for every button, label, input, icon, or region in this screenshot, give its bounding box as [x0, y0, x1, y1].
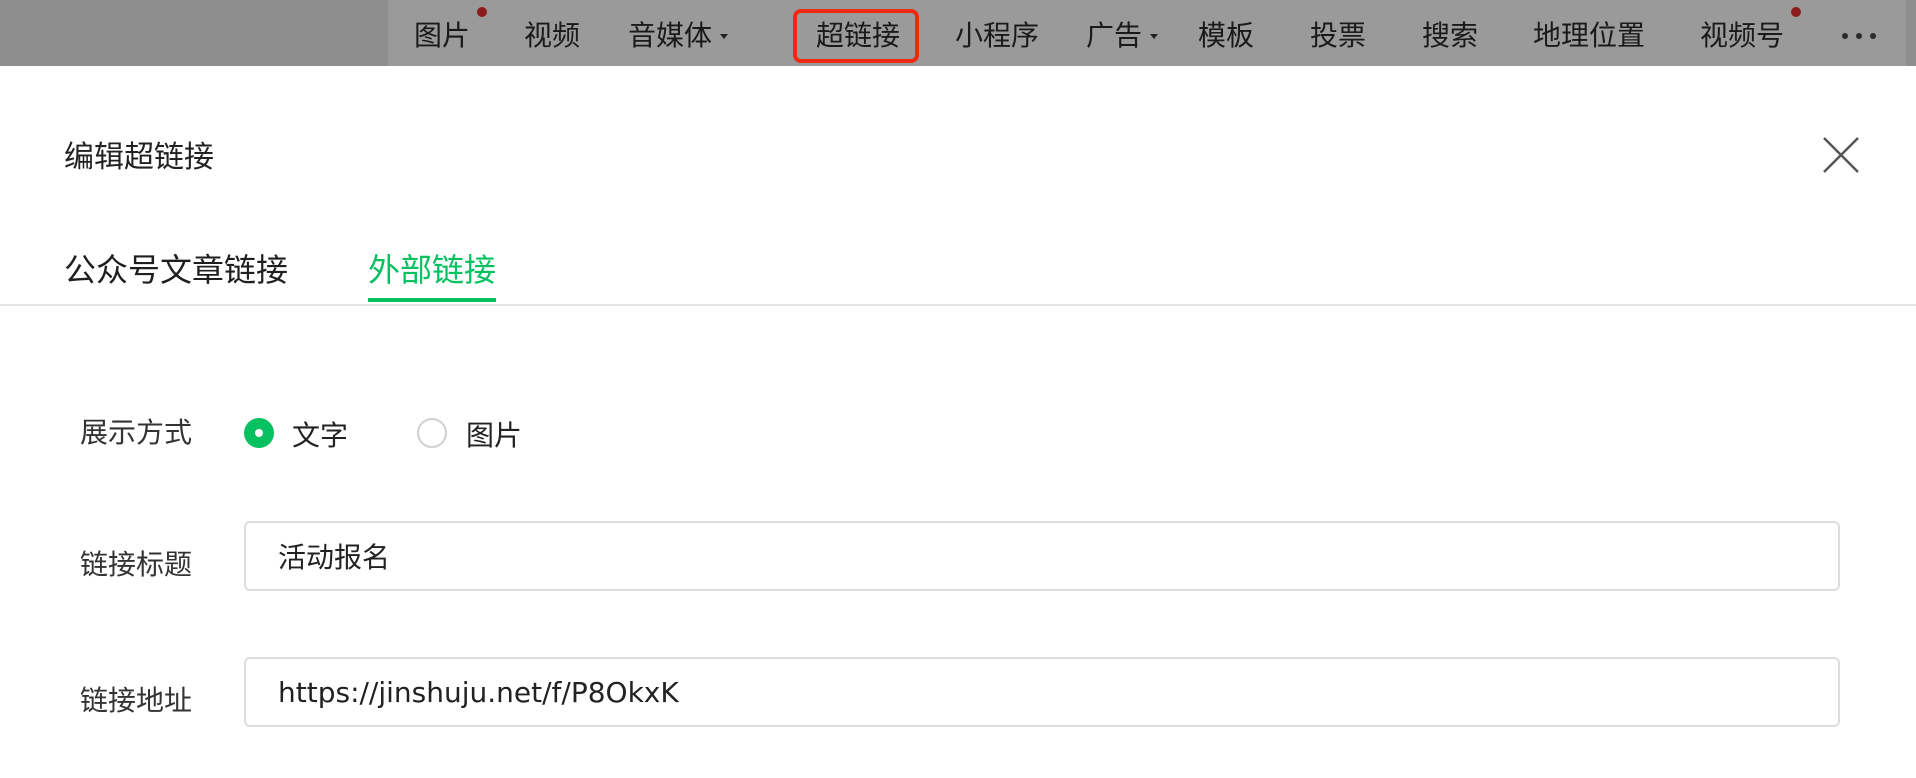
link-url-label: 链接地址	[80, 684, 193, 717]
tab-external-link[interactable]: 外部链接	[368, 236, 496, 302]
radio-image-label[interactable]: 图片	[466, 414, 522, 454]
tab-article-link[interactable]: 公众号文章链接	[64, 236, 288, 302]
active-tab-indicator	[368, 298, 496, 302]
radio-text-label[interactable]: 文字	[292, 414, 348, 454]
toolbar-item-video[interactable]: 视频	[524, 0, 580, 66]
chevron-down-icon	[1150, 34, 1158, 39]
link-title-field	[244, 521, 1840, 591]
more-horizontal-icon[interactable]	[1842, 33, 1876, 41]
toolbar-item-image[interactable]: 图片	[414, 0, 470, 66]
notification-dot	[477, 7, 487, 17]
toolbar-item-search[interactable]: 搜索	[1422, 0, 1478, 66]
display-mode-label: 展示方式	[80, 416, 193, 449]
toolbar-item-location[interactable]: 地理位置	[1533, 0, 1645, 66]
toolbar-item-channels[interactable]: 视频号	[1700, 0, 1784, 66]
link-type-tabs: 公众号文章链接 外部链接	[0, 236, 1916, 306]
editor-toolbar	[388, 0, 1906, 66]
edit-hyperlink-dialog: 编辑超链接 公众号文章链接 外部链接 展示方式 文字 图片 链接标题 链接地址	[0, 66, 1916, 778]
toolbar-item-ads[interactable]: 广告	[1086, 0, 1142, 66]
toolbar-item-audio-media[interactable]: 音媒体	[628, 0, 712, 66]
link-title-input[interactable]	[278, 523, 1798, 589]
toolbar-item-mini-program[interactable]: 小程序	[955, 0, 1039, 66]
link-url-field	[244, 657, 1840, 727]
radio-image-option[interactable]	[417, 418, 447, 448]
close-icon[interactable]	[1816, 130, 1864, 178]
hyperlink-highlight-box	[793, 9, 919, 63]
toolbar-item-template[interactable]: 模板	[1198, 0, 1254, 66]
editor-toolbar-backdrop: 图片 视频 音媒体 超链接 小程序 广告 模板 投票 搜索 地理位置 视频号	[0, 0, 1916, 66]
link-title-label: 链接标题	[80, 548, 193, 581]
dialog-title: 编辑超链接	[64, 140, 214, 175]
link-url-input[interactable]	[278, 659, 1798, 725]
radio-text-option[interactable]	[244, 418, 274, 448]
chevron-down-icon	[720, 34, 728, 39]
toolbar-item-vote[interactable]: 投票	[1310, 0, 1366, 66]
notification-dot	[1791, 7, 1801, 17]
